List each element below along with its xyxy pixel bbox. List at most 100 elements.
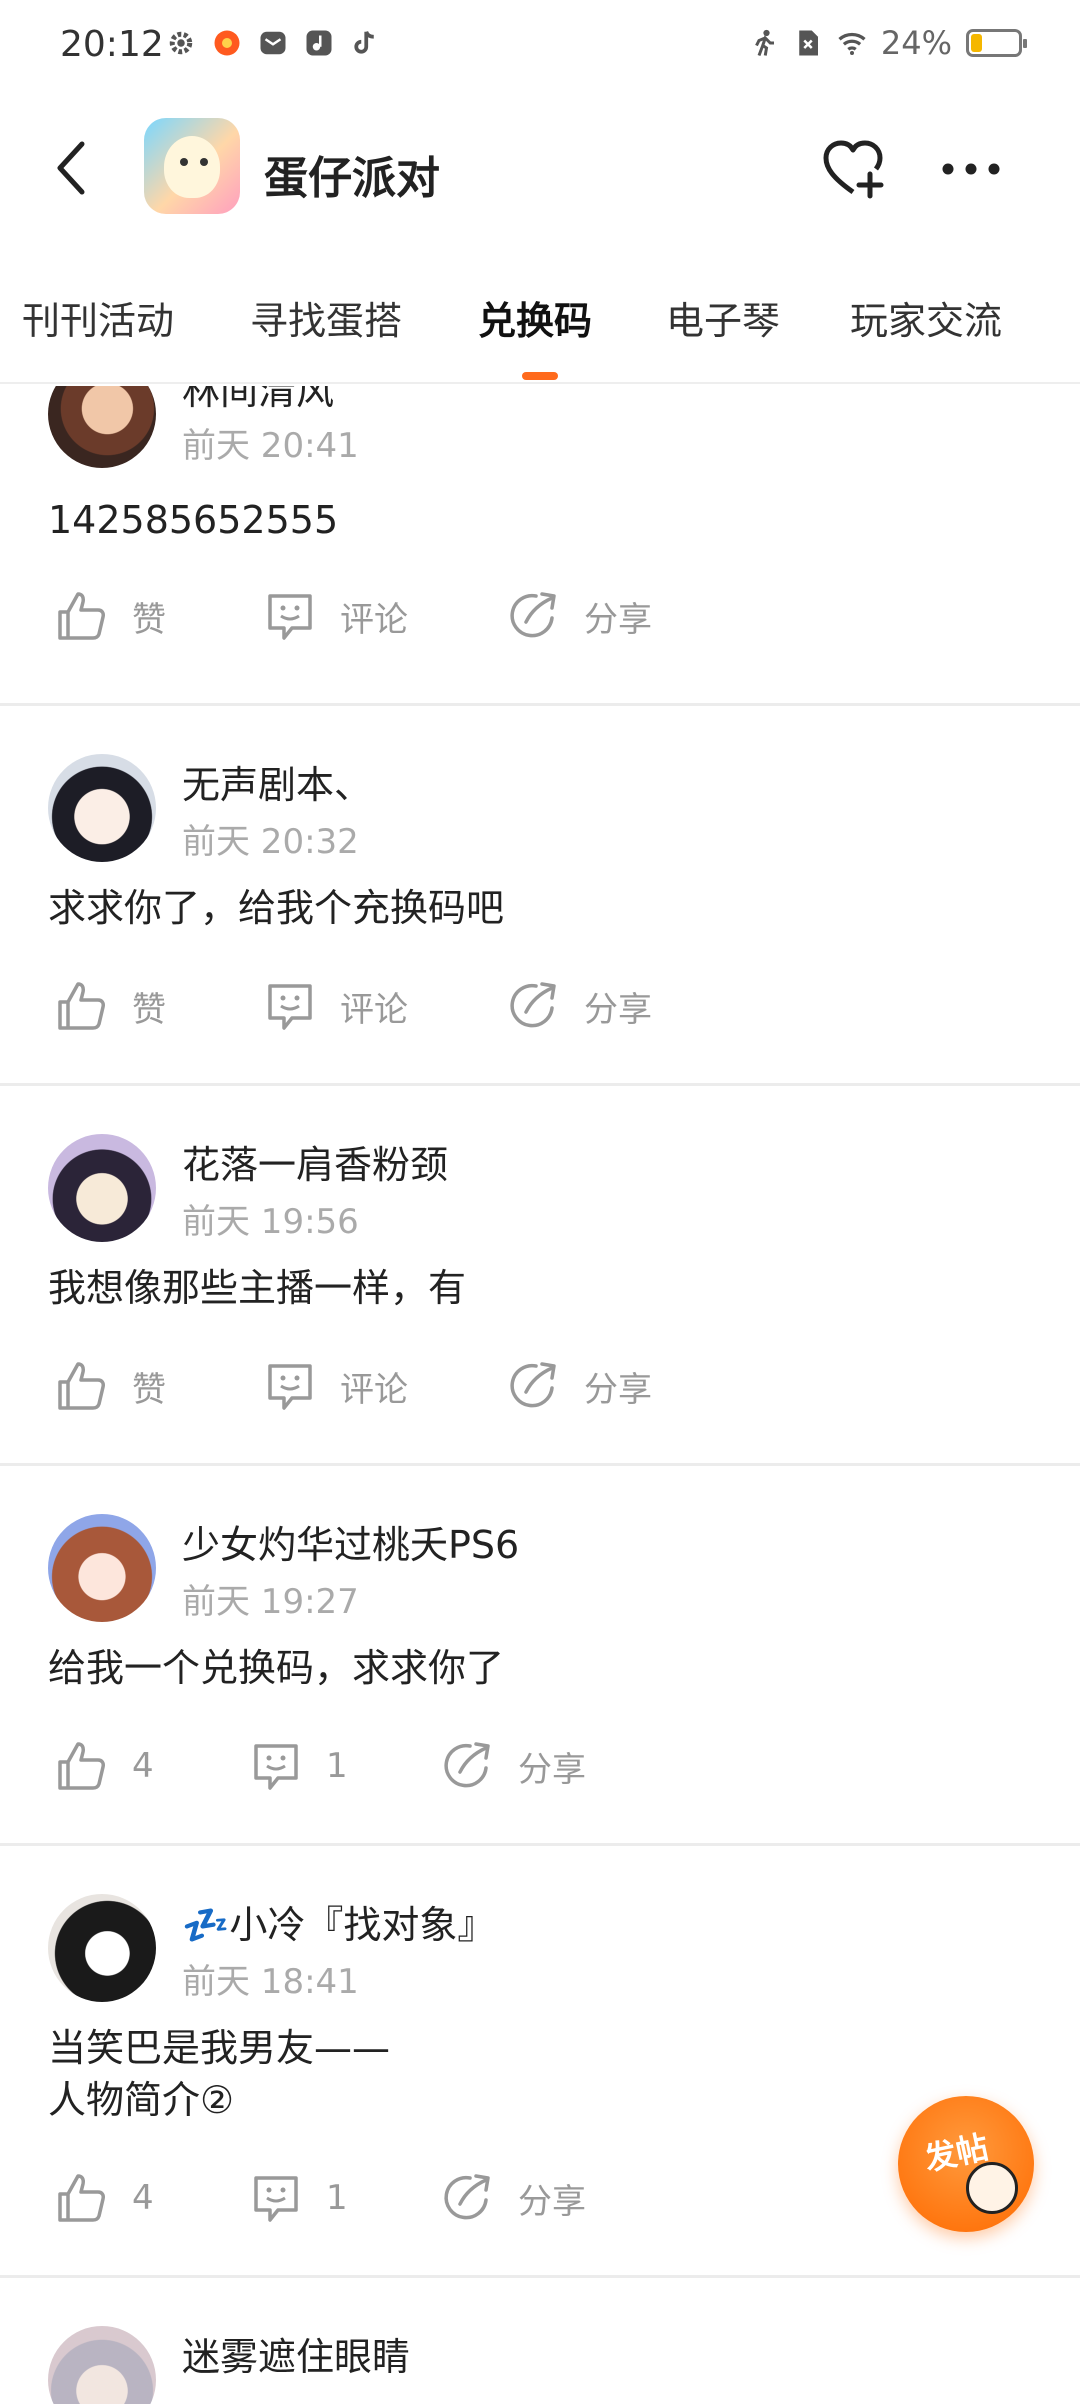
battery-icon: [966, 29, 1027, 57]
share-icon: [510, 982, 556, 1028]
share-icon: [510, 1362, 556, 1408]
share-button[interactable]: 分享: [506, 978, 652, 1034]
heart-plus-icon[interactable]: [818, 134, 888, 204]
music-app-icon: [306, 30, 332, 56]
battery-level: [971, 34, 982, 52]
comment-icon: [254, 1744, 298, 1790]
share-label: 分享: [584, 599, 652, 640]
comment-button[interactable]: 1: [248, 1738, 348, 1794]
post-actions: 4 1 分享: [0, 1738, 1080, 1808]
post-body[interactable]: 142585652555: [48, 494, 1028, 546]
post-actions: 赞 评论 分享: [0, 588, 1080, 658]
thumbs-up-icon: [58, 592, 105, 640]
share-button[interactable]: 分享: [440, 1738, 586, 1794]
share-icon: [510, 592, 556, 638]
comment-button[interactable]: 评论: [262, 588, 408, 644]
post-time: 前天 18:41: [182, 1962, 359, 2002]
like-label: 赞: [132, 989, 166, 1030]
username[interactable]: 花落一肩香粉颈: [182, 1134, 448, 1189]
like-button[interactable]: 赞: [54, 1358, 166, 1414]
app-logo: [144, 118, 240, 214]
post-body[interactable]: 求求你了，给我个充换码吧: [48, 882, 1028, 934]
activity-icon: [755, 29, 774, 57]
like-button[interactable]: 赞: [54, 978, 166, 1034]
tab-find-partner[interactable]: 寻找蛋搭: [250, 290, 402, 345]
create-post-button[interactable]: 发帖: [898, 2096, 1034, 2232]
username[interactable]: 迷雾遮住眼睛: [182, 2326, 410, 2381]
tab-redeem-code[interactable]: 兑换码: [478, 290, 592, 345]
like-label: 赞: [132, 599, 166, 640]
post-card[interactable]: 无声剧本、 前天 20:32 求求你了，给我个充换码吧 赞 评论 分享: [0, 706, 1080, 1086]
post-card[interactable]: 💤小冷『找对象』 前天 18:41 当笑巴是我男友—— 人物简介② 4 1 分享: [0, 1846, 1080, 2278]
share-button[interactable]: 分享: [506, 1358, 652, 1414]
like-count: 4: [132, 1746, 154, 1786]
notification-icons: [166, 28, 380, 58]
post-time: 前天 19:27: [182, 1582, 359, 1622]
post-body[interactable]: 给我一个兑换码，求求你了: [48, 1642, 1028, 1694]
app-notification-icon: [214, 30, 240, 56]
like-button[interactable]: 4: [54, 1738, 154, 1794]
post-actions: 赞 评论 分享: [0, 978, 1080, 1048]
avatar[interactable]: [48, 2326, 156, 2404]
tab-bar: 刊刊活动 寻找蛋搭 兑换码 电子琴 玩家交流: [0, 268, 1080, 384]
username[interactable]: 💤小冷『找对象』: [182, 1894, 495, 1949]
username[interactable]: 无声剧本、: [182, 754, 372, 809]
post-actions: 赞 评论 分享: [0, 1358, 1080, 1428]
more-options-icon[interactable]: [936, 134, 1006, 204]
post-card[interactable]: 迷雾遮住眼睛: [0, 2278, 1080, 2404]
username[interactable]: 林间清风: [182, 386, 334, 415]
avatar[interactable]: [48, 1134, 156, 1242]
post-card[interactable]: 林间清风 前天 20:41 142585652555 赞 评论 分享: [0, 386, 1080, 706]
share-label: 分享: [584, 989, 652, 1030]
share-icon: [444, 2174, 490, 2220]
share-icon: [444, 1742, 490, 1788]
thumbs-up-icon: [58, 1362, 105, 1410]
comment-button[interactable]: 1: [248, 2170, 348, 2226]
share-button[interactable]: 分享: [506, 588, 652, 644]
comment-count: 1: [326, 1746, 348, 1786]
mascot-icon: [966, 2162, 1018, 2214]
tab-activities[interactable]: 刊刊活动: [22, 290, 174, 345]
share-label: 分享: [584, 1369, 652, 1410]
comment-icon: [268, 984, 312, 1030]
header: 蛋仔派对: [0, 110, 1080, 230]
username[interactable]: 少女灼华过桃夭PS6: [182, 1514, 519, 1569]
comment-icon: [254, 2176, 298, 2222]
like-button[interactable]: 4: [54, 2170, 154, 2226]
like-count: 4: [132, 2178, 154, 2218]
page-title: 蛋仔派对: [264, 153, 440, 204]
battery-percent: 24%: [880, 24, 952, 62]
comment-button[interactable]: 评论: [262, 1358, 408, 1414]
avatar[interactable]: [48, 386, 156, 468]
like-label: 赞: [132, 1369, 166, 1410]
avatar[interactable]: [48, 1894, 156, 2002]
post-card[interactable]: 花落一肩香粉颈 前天 19:56 我想像那些主播一样，有 赞 评论 分享: [0, 1086, 1080, 1466]
post-time: 前天 19:56: [182, 1202, 359, 1242]
comment-icon: [268, 1364, 312, 1410]
comment-count: 1: [326, 2178, 348, 2218]
post-body[interactable]: 我想像那些主播一样，有: [48, 1262, 1028, 1314]
comment-label: 评论: [340, 989, 408, 1030]
post-feed[interactable]: 林间清风 前天 20:41 142585652555 赞 评论 分享 无声剧本、…: [0, 386, 1080, 2404]
comment-label: 评论: [340, 1369, 408, 1410]
status-bar: 20:12 24%: [0, 0, 1080, 96]
post-card[interactable]: 少女灼华过桃夭PS6 前天 19:27 给我一个兑换码，求求你了 4 1 分享: [0, 1466, 1080, 1846]
no-sim-icon: [799, 30, 818, 56]
avatar[interactable]: [48, 754, 156, 862]
active-tab-indicator: [522, 372, 558, 380]
tab-player-chat[interactable]: 玩家交流: [850, 290, 1002, 345]
post-time: 前天 20:41: [182, 426, 359, 466]
tab-piano[interactable]: 电子琴: [666, 290, 780, 345]
thumbs-up-icon: [58, 1742, 105, 1790]
clock: 20:12: [60, 24, 164, 65]
system-indicators: 24%: [749, 24, 1027, 62]
mail-icon: [260, 31, 286, 55]
post-body[interactable]: 当笑巴是我男友—— 人物简介②: [48, 2022, 1028, 2126]
comment-button[interactable]: 评论: [262, 978, 408, 1034]
back-arrow-icon[interactable]: [48, 138, 98, 198]
like-button[interactable]: 赞: [54, 588, 166, 644]
share-label: 分享: [518, 1749, 586, 1790]
avatar[interactable]: [48, 1514, 156, 1622]
share-button[interactable]: 分享: [440, 2170, 586, 2226]
settings-icon: [169, 31, 193, 55]
